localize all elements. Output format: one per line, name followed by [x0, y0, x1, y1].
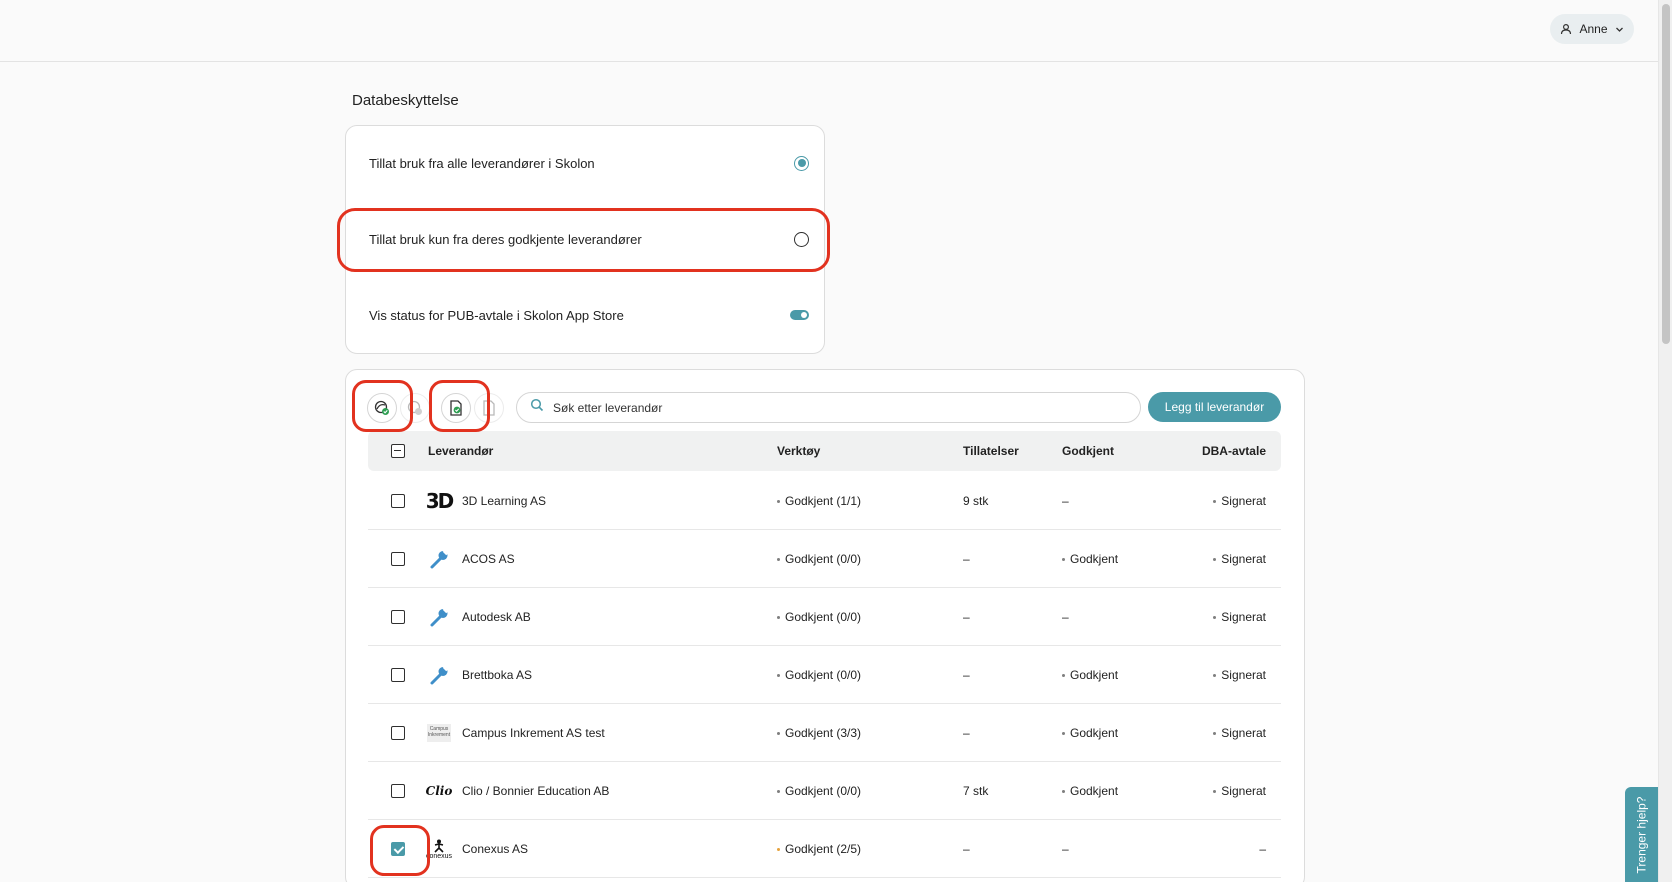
- search-icon: [530, 398, 544, 417]
- supplier-logo: Campus Inkrement: [426, 720, 452, 746]
- tools-status: Godkjent (0/0): [777, 646, 861, 704]
- toggle-pub-status[interactable]: [790, 310, 809, 320]
- tools-status: Godkjent (1/1): [777, 472, 861, 530]
- supplier-logo: conexus: [426, 836, 452, 862]
- permissions-count: 7 stk: [963, 784, 989, 798]
- approved-status: –: [1062, 610, 1069, 624]
- table-row[interactable]: Autodesk AB Godkjent (0/0) – – Signerat: [368, 588, 1281, 646]
- setting-show-pub-status[interactable]: Vis status for PUB-avtale i Skolon App S…: [369, 300, 809, 330]
- col-tools[interactable]: Verktøy: [777, 444, 820, 458]
- search-input[interactable]: [553, 400, 1113, 415]
- approved-status: –: [1062, 494, 1069, 508]
- supplier-name[interactable]: Autodesk AB: [462, 588, 531, 646]
- supplier-name[interactable]: Conexus AS: [462, 820, 528, 878]
- approved-status: Godkjent: [1062, 530, 1118, 588]
- table-row[interactable]: conexus Conexus AS Godkjent (2/5) – – –: [368, 820, 1281, 878]
- table-row[interactable]: Brettboka AS Godkjent (0/0) – Godkjent S…: [368, 646, 1281, 704]
- select-all-checkbox[interactable]: [391, 444, 405, 458]
- row-checkbox[interactable]: [391, 842, 405, 856]
- dpa-status: –: [1259, 842, 1266, 856]
- supplier-name[interactable]: 3D Learning AS: [462, 472, 546, 530]
- row-checkbox[interactable]: [391, 784, 405, 798]
- approved-status: Godkjent: [1062, 646, 1118, 704]
- dpa-status: Signerat: [1213, 704, 1266, 762]
- setting-label: Vis status for PUB-avtale i Skolon App S…: [369, 307, 624, 323]
- radio-allow-all[interactable]: [794, 155, 809, 171]
- wrench-icon: [426, 604, 452, 630]
- setting-label: Tillat bruk kun fra deres godkjente leve…: [369, 231, 642, 247]
- page-title: Databeskyttelse: [352, 92, 459, 109]
- col-approved[interactable]: Godkjent: [1062, 444, 1114, 458]
- approve-supplier-icon-disabled[interactable]: [400, 393, 430, 423]
- supplier-name[interactable]: Brettboka AS: [462, 646, 532, 704]
- permissions-count: –: [963, 726, 970, 740]
- permissions-count: –: [963, 610, 970, 624]
- permissions-count: –: [963, 842, 970, 856]
- supplier-logo: 3D: [425, 489, 454, 513]
- supplier-name[interactable]: ACOS AS: [462, 530, 515, 588]
- row-checkbox[interactable]: [391, 610, 405, 624]
- table-row[interactable]: Campus Inkrement Campus Inkrement AS tes…: [368, 704, 1281, 762]
- col-permissions[interactable]: Tillatelser: [963, 444, 1019, 458]
- approved-status: –: [1062, 842, 1069, 856]
- user-name: Anne: [1579, 22, 1608, 36]
- user-icon: [1560, 23, 1572, 35]
- dpa-status: Signerat: [1213, 530, 1266, 588]
- supplier-name[interactable]: Campus Inkrement AS test: [462, 704, 605, 762]
- table-row[interactable]: 3D 3D Learning AS Godkjent (1/1) 9 stk –…: [368, 472, 1281, 530]
- setting-allow-approved-only[interactable]: Tillat bruk kun fra deres godkjente leve…: [369, 224, 809, 254]
- tools-status: Godkjent (0/0): [777, 588, 861, 646]
- approve-supplier-icon[interactable]: [367, 393, 397, 423]
- supplier-name[interactable]: Clio / Bonnier Education AB: [462, 762, 609, 820]
- scrollbar-thumb[interactable]: [1662, 4, 1670, 344]
- supplier-logo: Clio: [425, 784, 453, 798]
- col-dpa[interactable]: DBA-avtale: [1202, 444, 1266, 458]
- table-header: Leverandør Verktøy Tillatelser Godkjent …: [368, 431, 1281, 471]
- top-bar: Anne: [0, 0, 1658, 62]
- wrench-icon: [426, 662, 452, 688]
- add-supplier-button[interactable]: Legg til leverandør: [1148, 392, 1281, 422]
- row-checkbox[interactable]: [391, 552, 405, 566]
- permissions-count: –: [963, 552, 970, 566]
- approved-status: Godkjent: [1062, 762, 1118, 820]
- approve-document-icon[interactable]: [441, 393, 471, 423]
- chevron-down-icon: [1615, 25, 1624, 34]
- dpa-status: Signerat: [1213, 646, 1266, 704]
- dpa-status: Signerat: [1213, 472, 1266, 530]
- row-checkbox[interactable]: [391, 668, 405, 682]
- help-tab[interactable]: Trenger hjelp?: [1625, 787, 1658, 882]
- setting-label: Tillat bruk fra alle leverandører i Skol…: [369, 155, 595, 171]
- user-menu-button[interactable]: Anne: [1550, 14, 1634, 44]
- radio-allow-approved-only[interactable]: [794, 231, 809, 247]
- approved-status: Godkjent: [1062, 704, 1118, 762]
- page-scrollbar[interactable]: [1658, 0, 1672, 882]
- wrench-icon: [426, 546, 452, 572]
- permissions-count: –: [963, 668, 970, 682]
- row-checkbox[interactable]: [391, 494, 405, 508]
- table-row[interactable]: ACOS AS Godkjent (0/0) – Godkjent Signer…: [368, 530, 1281, 588]
- tools-status: Godkjent (2/5): [777, 820, 861, 878]
- setting-allow-all[interactable]: Tillat bruk fra alle leverandører i Skol…: [369, 148, 809, 178]
- row-checkbox[interactable]: [391, 726, 405, 740]
- dpa-status: Signerat: [1213, 762, 1266, 820]
- supplier-search[interactable]: [516, 392, 1141, 423]
- data-protection-settings: Tillat bruk fra alle leverandører i Skol…: [345, 125, 825, 354]
- dpa-status: Signerat: [1213, 588, 1266, 646]
- permissions-count: 9 stk: [963, 494, 989, 508]
- col-supplier[interactable]: Leverandør: [428, 444, 493, 458]
- table-row[interactable]: Clio Clio / Bonnier Education AB Godkjen…: [368, 762, 1281, 820]
- approve-document-icon-disabled[interactable]: [474, 393, 504, 423]
- tools-status: Godkjent (0/0): [777, 530, 861, 588]
- tools-status: Godkjent (3/3): [777, 704, 861, 762]
- tools-status: Godkjent (0/0): [777, 762, 861, 820]
